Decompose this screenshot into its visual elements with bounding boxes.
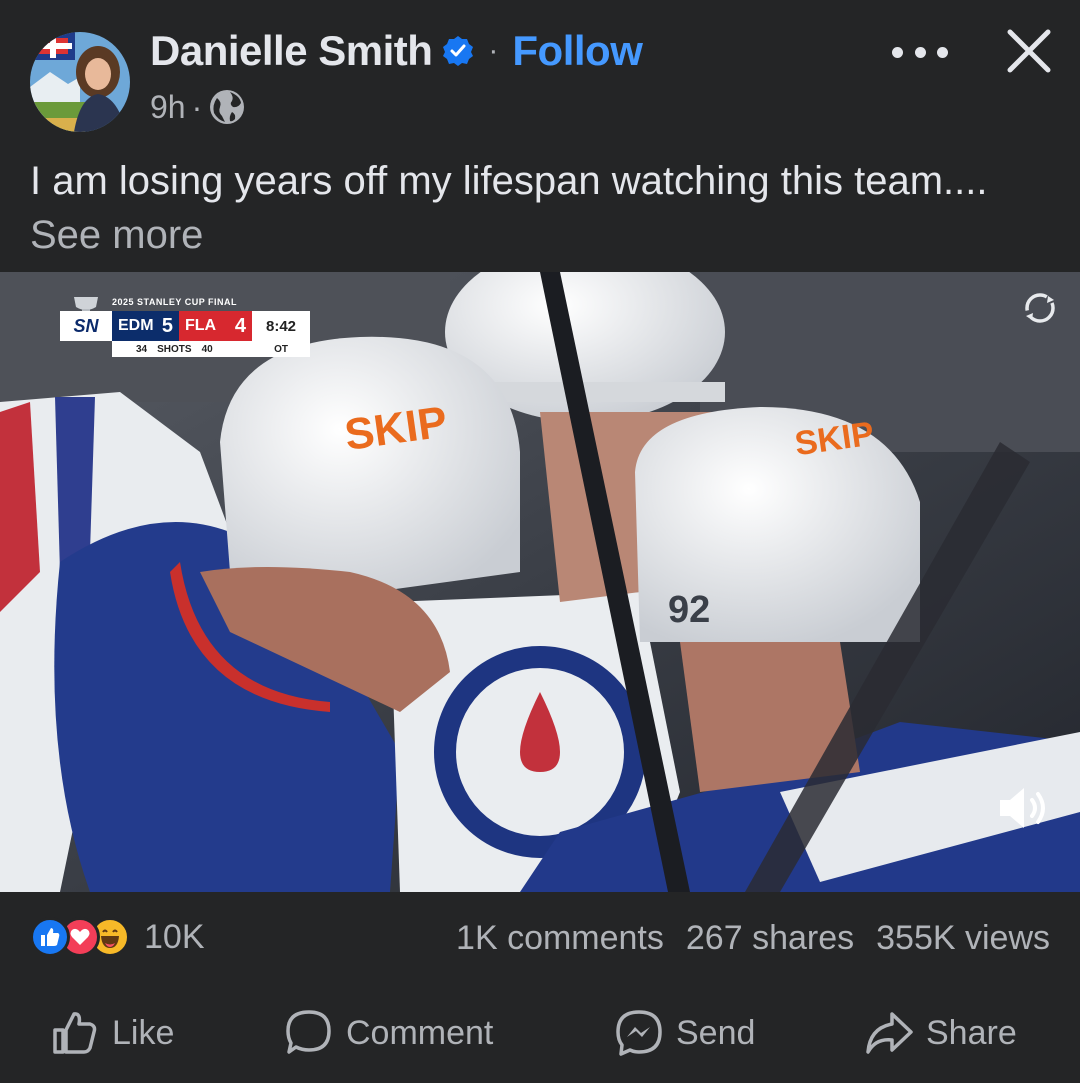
see-more-link[interactable]: See more	[30, 213, 203, 257]
like-reaction-icon	[30, 917, 70, 957]
network-logo: SN	[60, 311, 112, 341]
comment-bubble-icon	[286, 1010, 331, 1054]
scorebug-title: 2025 STANLEY CUP FINAL	[112, 297, 238, 307]
team1-name: EDM	[118, 317, 154, 334]
verified-badge-icon	[443, 36, 474, 66]
shares-count[interactable]: 267 shares	[686, 919, 854, 958]
team2-name: FLA	[185, 317, 217, 334]
more-dot	[892, 46, 903, 58]
post-header: Danielle Smith · Follow 9h ·	[0, 0, 1080, 150]
thumbs-up-icon	[53, 1012, 97, 1054]
post-stats: 10K 1K comments 267 shares 355K views	[0, 905, 1080, 967]
messenger-icon	[616, 1010, 662, 1056]
volume-icon[interactable]	[996, 782, 1052, 834]
like-label: Like	[112, 1013, 175, 1052]
scorebug-team-home: EDM 5	[112, 311, 179, 341]
meta-separator: ·	[191, 88, 203, 125]
more-dot	[937, 46, 948, 58]
team1-score: 5	[161, 314, 173, 337]
comments-count[interactable]: 1K comments	[456, 919, 664, 958]
more-dot	[914, 46, 926, 58]
shots-away: 40	[201, 343, 213, 355]
video-frame: SKIP SKIP 92	[0, 272, 1080, 892]
more-options-icon[interactable]	[892, 38, 948, 66]
team2-score: 4	[234, 314, 246, 337]
share-label: Share	[926, 1013, 1017, 1052]
author-avatar[interactable]	[30, 32, 130, 132]
send-button[interactable]: Send	[614, 1008, 755, 1058]
post-body: I am losing years off my lifespan watchi…	[30, 159, 988, 203]
send-label: Send	[676, 1013, 756, 1052]
comment-button[interactable]: Comment	[284, 1008, 493, 1058]
like-button[interactable]: Like	[50, 1008, 174, 1058]
share-button[interactable]: Share	[864, 1008, 1017, 1058]
comment-label: Comment	[346, 1013, 494, 1052]
video-player[interactable]: SKIP SKIP 92	[0, 272, 1080, 892]
scorebug-main: SN EDM 5 FLA 4 8:42	[60, 311, 310, 341]
post-meta: 9h ·	[150, 88, 246, 126]
follow-button[interactable]: Follow	[512, 27, 642, 75]
reload-icon[interactable]	[1022, 290, 1058, 326]
game-clock: 8:42	[252, 311, 310, 341]
views-count: 355K views	[876, 919, 1050, 957]
engagement-counts: 1K comments 267 shares 355K views	[456, 919, 1050, 958]
scorebug: 2025 STANLEY CUP FINAL SN EDM 5 FLA 4 8:…	[60, 295, 310, 359]
helmet-number: 92	[668, 589, 710, 631]
period-label: OT	[274, 343, 288, 355]
author-row: Danielle Smith · Follow	[150, 26, 643, 76]
shots-label: SHOTS	[157, 343, 192, 355]
shots-home: 34	[136, 343, 148, 355]
scorebug-team-away: FLA 4	[179, 311, 252, 341]
share-arrow-icon	[866, 1012, 913, 1054]
author-name[interactable]: Danielle Smith	[150, 27, 433, 75]
post-time[interactable]: 9h	[150, 89, 186, 126]
globe-icon	[210, 90, 245, 124]
scorebug-shots: 34 SHOTS 40 OT	[112, 341, 310, 357]
close-icon[interactable]	[1006, 28, 1052, 74]
separator-dot: ·	[488, 34, 499, 67]
reactions-count: 10K	[144, 917, 205, 956]
post-text: I am losing years off my lifespan watchi…	[30, 154, 1050, 262]
reactions-summary[interactable]: 10K	[30, 917, 205, 957]
action-bar: Like Comment Send Share	[0, 990, 1080, 1074]
